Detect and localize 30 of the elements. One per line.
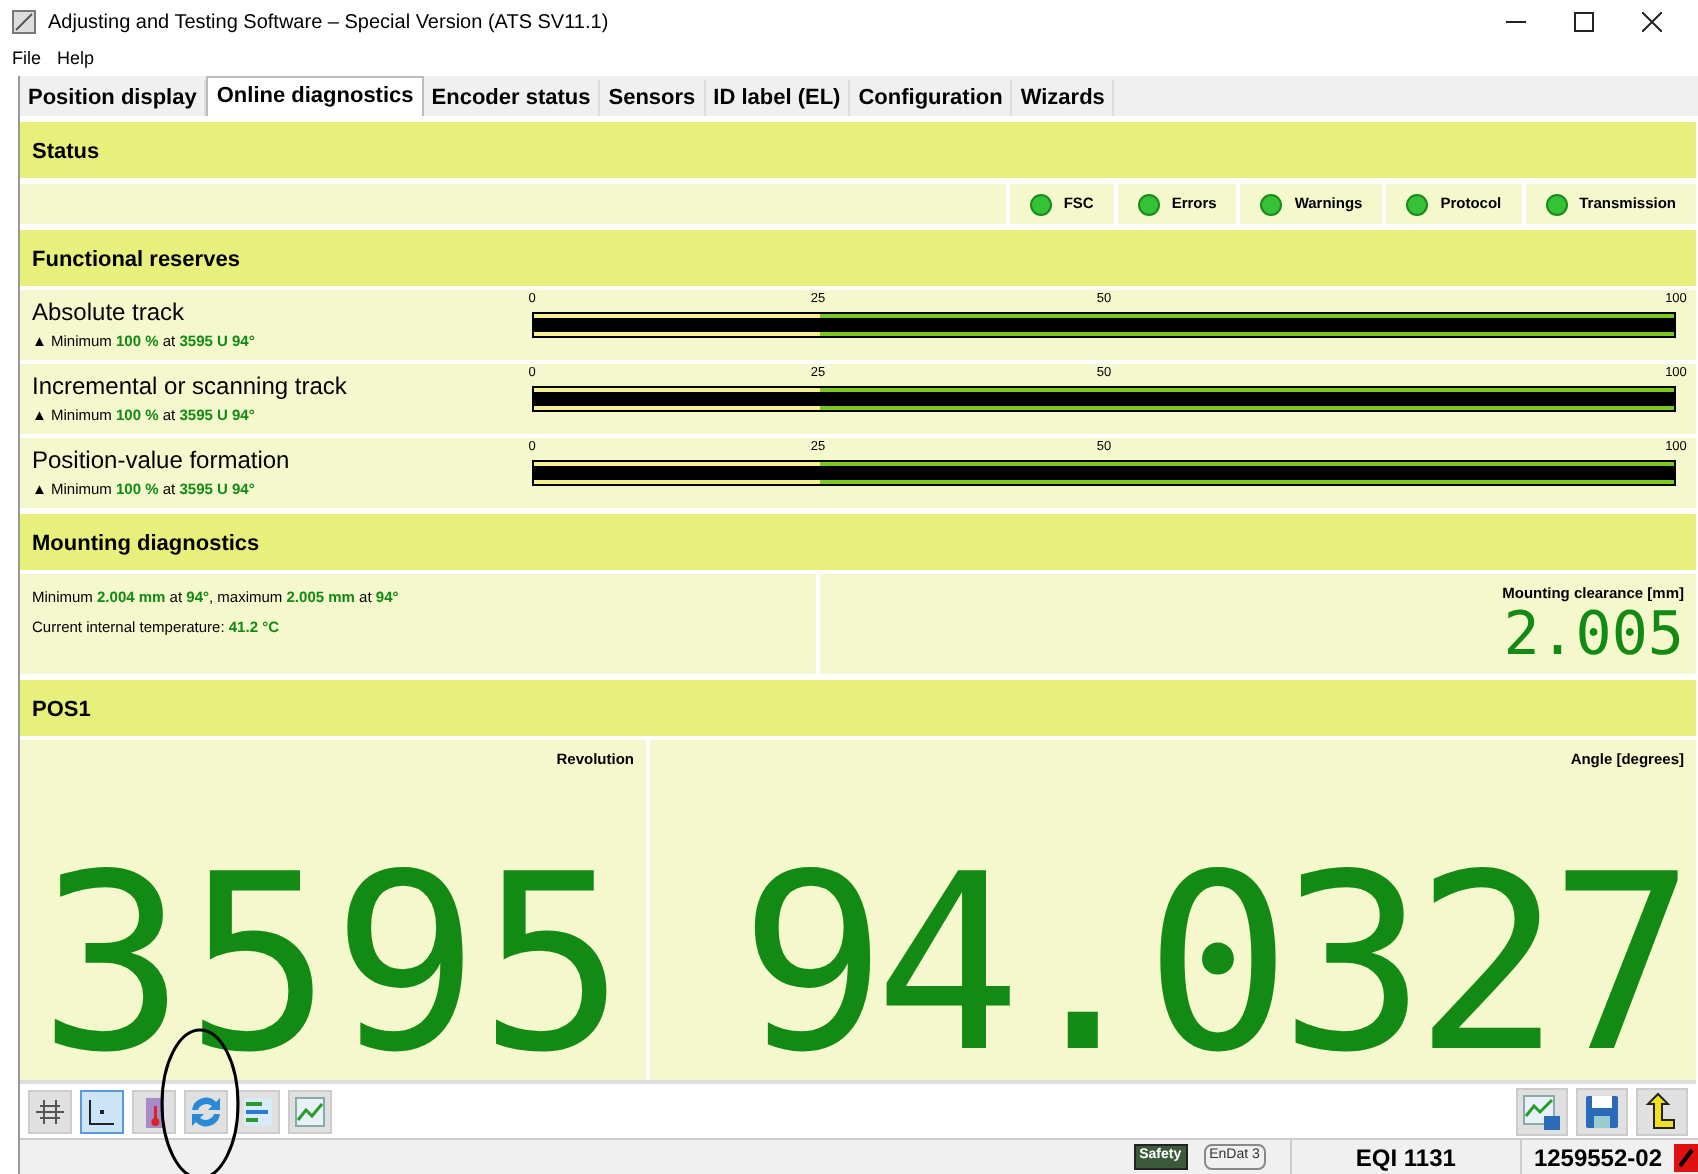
menu-item[interactable]: File	[12, 46, 42, 74]
track-name: Position-value formation	[32, 446, 292, 474]
axes-icon	[86, 1095, 118, 1127]
menu-item[interactable]: Help	[57, 46, 95, 74]
toolbar-button[interactable]	[132, 1089, 176, 1133]
revolution-value: 3595	[38, 842, 626, 1087]
window-title: Adjusting and Testing Software – Special Version (ATS SV11.1)	[48, 9, 611, 37]
chart-save-icon	[1522, 1091, 1562, 1131]
angle-value: 94.0327	[739, 842, 1684, 1087]
app-icon	[12, 10, 36, 34]
save-icon	[1582, 1091, 1622, 1131]
track-name: Incremental or scanning track	[32, 372, 349, 400]
track-name: Absolute track	[32, 298, 187, 326]
device-name: EQI 1131	[1289, 1139, 1520, 1174]
toolbar-button[interactable]	[28, 1089, 72, 1133]
section-title: Mounting diagnostics	[32, 532, 260, 556]
toolbar-button[interactable]	[1636, 1087, 1688, 1135]
section-title: POS1	[32, 698, 91, 722]
toolbar-button[interactable]	[236, 1089, 280, 1133]
line-chart-icon	[294, 1095, 326, 1127]
grid-icon	[34, 1095, 66, 1127]
connection-status-icon	[1674, 1143, 1698, 1171]
section-title: Status	[32, 140, 100, 164]
close-icon[interactable]	[1642, 12, 1662, 32]
bar-chart-icon	[242, 1095, 274, 1127]
maximize-icon[interactable]	[1574, 12, 1594, 32]
clearance-value: 2.005	[1503, 604, 1684, 669]
toolbar-button[interactable]	[80, 1089, 124, 1133]
section-title: Functional reserves	[32, 248, 240, 272]
tab[interactable]: Online diagnostics	[206, 76, 424, 116]
